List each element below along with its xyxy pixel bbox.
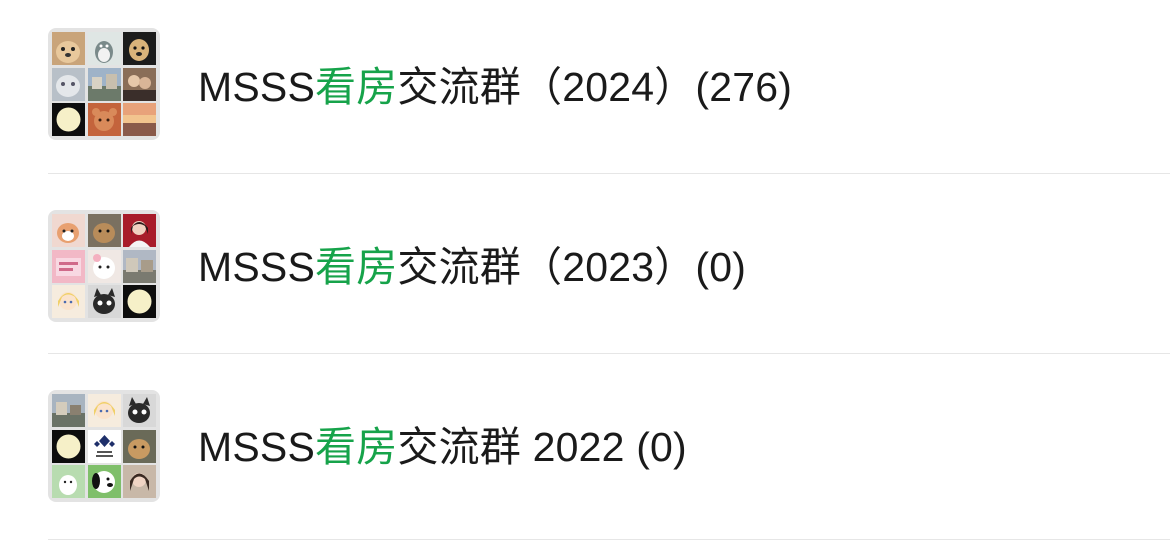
chat-title: MSSS看房交流群 2022 (0) [198, 422, 687, 472]
avatar-tile-snoopy [87, 465, 121, 498]
row-divider [48, 353, 1170, 354]
avatar-tile-dog [123, 429, 156, 463]
avatar-tile-dog [52, 32, 85, 65]
chat-list: MSSS看房交流群（2024）(276) MSSS看房交流群（2023）(0) … [0, 0, 1170, 540]
avatar-tile-totoro [87, 32, 121, 65]
avatar-tile-moon [52, 103, 85, 136]
chat-title: MSSS看房交流群（2023）(0) [198, 242, 746, 292]
group-avatar [48, 390, 160, 502]
title-suffix: 交流群（2024）(276) [397, 64, 793, 110]
avatar-tile-bear [87, 103, 121, 136]
avatar-tile-street [52, 394, 85, 427]
avatar-tile-logo [87, 429, 121, 463]
avatar-tile-anime-girl [87, 394, 121, 427]
avatar-tile-dog [123, 32, 156, 65]
title-suffix: 交流群（2023）(0) [397, 244, 747, 290]
group-avatar [48, 28, 160, 140]
avatar-tile-street [123, 249, 156, 283]
avatar-tile-anime-girl [52, 285, 85, 318]
chat-row[interactable]: MSSS看房交流群（2024）(276) [0, 0, 1170, 180]
title-prefix: MSSS [198, 424, 315, 470]
avatar-tile-dog [87, 214, 121, 247]
row-divider [48, 173, 1170, 174]
avatar-tile-people [123, 67, 156, 101]
title-prefix: MSSS [198, 64, 315, 110]
avatar-tile-pink-card [52, 249, 85, 283]
avatar-tile-black-cat [123, 394, 156, 427]
avatar-tile-portrait [123, 214, 156, 247]
avatar-tile-moon [123, 285, 156, 318]
avatar-tile-sunset [123, 103, 156, 136]
avatar-tile-moon [52, 429, 85, 463]
avatar-tile-white-dog [87, 249, 121, 283]
avatar-tile-black-cat [87, 285, 121, 318]
title-highlight: 看房 [315, 244, 398, 290]
chat-title: MSSS看房交流群（2024）(276) [198, 62, 792, 112]
title-highlight: 看房 [315, 424, 398, 470]
avatar-tile-street [87, 67, 121, 101]
chat-row[interactable]: MSSS看房交流群 2022 (0) [0, 360, 1170, 540]
title-prefix: MSSS [198, 244, 315, 290]
avatar-tile-portrait [123, 465, 156, 498]
title-highlight: 看房 [315, 64, 398, 110]
chat-row[interactable]: MSSS看房交流群（2023）(0) [0, 180, 1170, 360]
title-suffix: 交流群 2022 (0) [397, 424, 687, 470]
avatar-tile-cartoon [52, 465, 85, 498]
avatar-tile-cat [52, 214, 85, 247]
group-avatar [48, 210, 160, 322]
avatar-tile-cat [52, 67, 85, 101]
